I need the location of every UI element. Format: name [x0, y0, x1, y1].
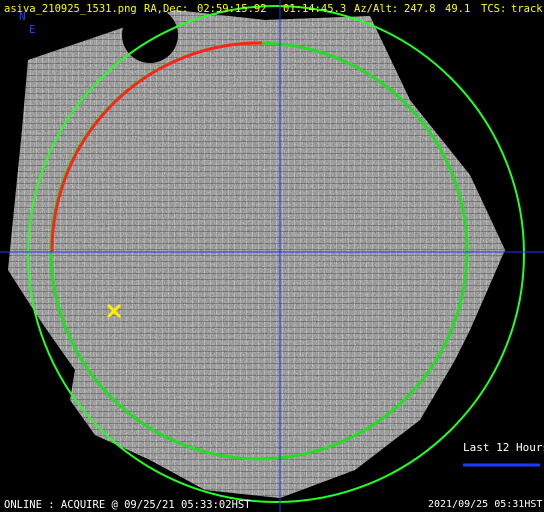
tcs-label: TCS:	[481, 3, 507, 15]
legend-label: Last 12 Hours	[463, 441, 544, 454]
sky-image	[8, 10, 505, 498]
acquire-status: ONLINE : ACQUIRE @ 09/25/21 05:33:02HST	[4, 499, 251, 511]
ra-value: 02:59:15.92	[197, 3, 267, 15]
az-value: 247.8	[404, 3, 436, 15]
azalt-label: Az/Alt:	[354, 3, 399, 15]
all-sky-camera-view	[0, 0, 544, 512]
compass-north: N	[19, 10, 26, 23]
alt-value: 49.1	[445, 3, 471, 15]
image-timestamp: 2021/09/25 05:31HST	[428, 499, 543, 510]
occlusion-notch	[122, 7, 178, 63]
compass-east: E	[29, 23, 36, 36]
dec-value: 01:14:45.3	[283, 3, 347, 15]
tcs-mode: track	[511, 3, 543, 15]
radec-label: RA,Dec:	[144, 3, 189, 15]
